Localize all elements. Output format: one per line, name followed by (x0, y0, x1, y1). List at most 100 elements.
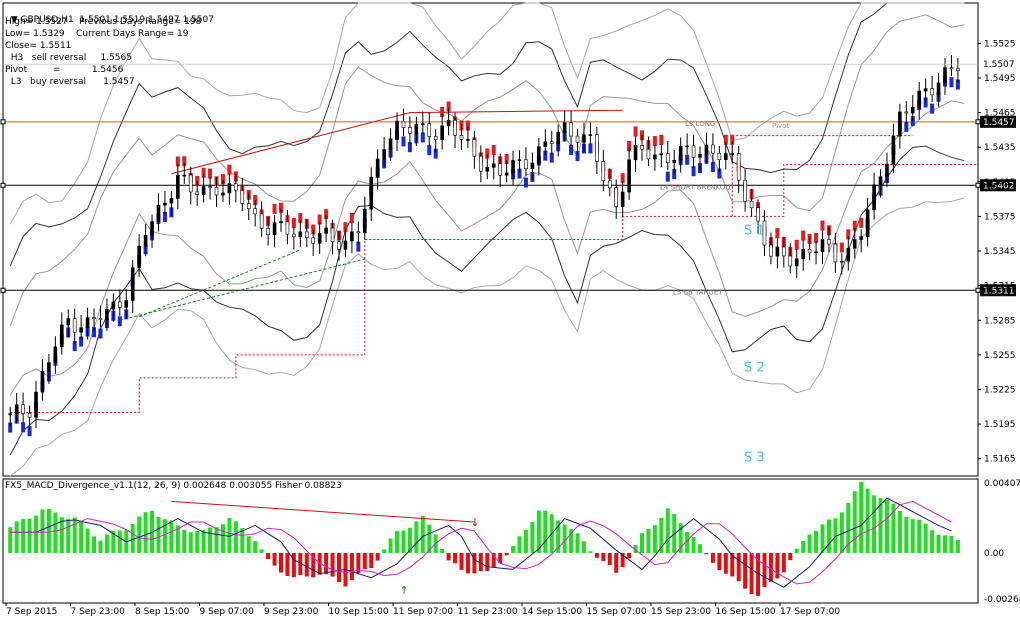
histogram-bar (530, 522, 535, 553)
y-tick-label: 1.5285 (984, 316, 1016, 326)
candle-body (595, 134, 599, 162)
histogram-bar (388, 538, 393, 553)
candle-body (601, 161, 606, 181)
y-tick-label: 1.5495 (984, 74, 1016, 84)
histogram-bar (601, 552, 606, 561)
candle-body (556, 132, 560, 145)
trend-dot (420, 132, 425, 143)
trend-dot (21, 422, 26, 433)
y-tick-label: 1.5465 (984, 109, 1016, 119)
histogram-bar (85, 528, 90, 553)
candle-body (14, 404, 19, 415)
trend-dot (794, 239, 799, 250)
candle-body (530, 162, 535, 169)
info-line-5: Pivot = 1.5456 (5, 65, 124, 75)
candle-body (324, 227, 328, 234)
trend-dot (569, 144, 574, 155)
candle-body (659, 153, 664, 156)
info-line-6: L3 buy reversal 1.5457 (5, 77, 135, 87)
candle-body (421, 123, 425, 125)
trend-dot (491, 144, 496, 155)
candle-body (614, 187, 619, 207)
x-tick-label: 14 Sep 15:00 (522, 607, 582, 617)
histogram-bar (910, 519, 915, 553)
candle-body (756, 207, 760, 222)
histogram-bar (459, 552, 464, 570)
candle-body (736, 153, 741, 181)
candle-body (788, 255, 793, 267)
candle-body (827, 239, 831, 245)
trend-dot (208, 168, 213, 179)
candle-body (240, 190, 245, 204)
y-tick-label: 1.5405 (984, 178, 1016, 188)
info-line-1: High= 1.5527 Previous Days Range= 198 (5, 17, 202, 27)
candle-body (498, 163, 502, 176)
candle-body (298, 231, 303, 238)
candle-body (292, 233, 296, 238)
candle-body (917, 90, 922, 108)
candle-body (285, 221, 290, 235)
candle-body (337, 241, 341, 250)
candle-body (775, 246, 780, 257)
histogram-bar (401, 530, 406, 553)
histogram-bar (414, 521, 419, 553)
y-tick-label: 1.5375 (984, 212, 1016, 222)
candle-body (872, 184, 876, 211)
trend-dot (652, 136, 657, 147)
candle-body (266, 228, 270, 236)
candle-body (130, 267, 135, 301)
candle-body (588, 134, 593, 136)
level-handle-right (975, 119, 981, 125)
x-tick-label: 17 Sep 07:00 (780, 607, 840, 617)
histogram-bar (588, 551, 593, 553)
histogram-bar (40, 509, 45, 553)
histogram-bar (246, 536, 251, 553)
candle-body (375, 158, 380, 178)
candle-body (272, 222, 277, 236)
candle-body (685, 145, 689, 148)
histogram-bar (936, 534, 941, 553)
candle-body (743, 179, 747, 202)
trend-dot (401, 136, 406, 147)
support-label: S 1 (744, 223, 765, 238)
histogram-bar (156, 516, 161, 553)
histogram-bar (117, 530, 122, 553)
candle-body (749, 201, 754, 209)
candle-body (221, 192, 225, 196)
candle-body (214, 187, 219, 196)
histogram-bar (575, 533, 580, 553)
level-handle-left (0, 287, 6, 293)
histogram-bar (395, 530, 400, 553)
candle-body (53, 346, 58, 363)
candle-body (930, 88, 934, 96)
trend-dot (291, 217, 296, 228)
candle-body (627, 159, 631, 193)
level-handle-left (0, 182, 6, 188)
histogram-bar (814, 530, 819, 553)
candle-body (388, 138, 393, 150)
candle-body (459, 135, 464, 140)
info-line-2: Low= 1.5329 Current Days Range= 19 (5, 29, 189, 39)
indicator-y-tick: -0.00268 (984, 595, 1020, 605)
candle-body (253, 208, 257, 215)
candle-body (665, 153, 670, 164)
candle-body (646, 148, 651, 160)
histogram-bar (807, 534, 812, 553)
candle-body (672, 159, 677, 164)
x-tick-label: 15 Sep 23:00 (651, 607, 711, 617)
candle-body (724, 153, 728, 160)
histogram-bar (14, 521, 19, 553)
histogram-bar (581, 541, 586, 553)
trend-dot (665, 171, 670, 182)
trend-dot (98, 328, 103, 339)
candle-body (92, 317, 96, 319)
histogram-bar (324, 552, 329, 575)
histogram-bar (330, 552, 335, 577)
candle-body (8, 413, 13, 416)
histogram-bar (511, 545, 516, 553)
candle-body (382, 149, 386, 160)
candle-body (640, 145, 644, 150)
histogram-bar (762, 552, 767, 587)
histogram-bar (504, 552, 509, 556)
histogram-bar (285, 552, 290, 576)
